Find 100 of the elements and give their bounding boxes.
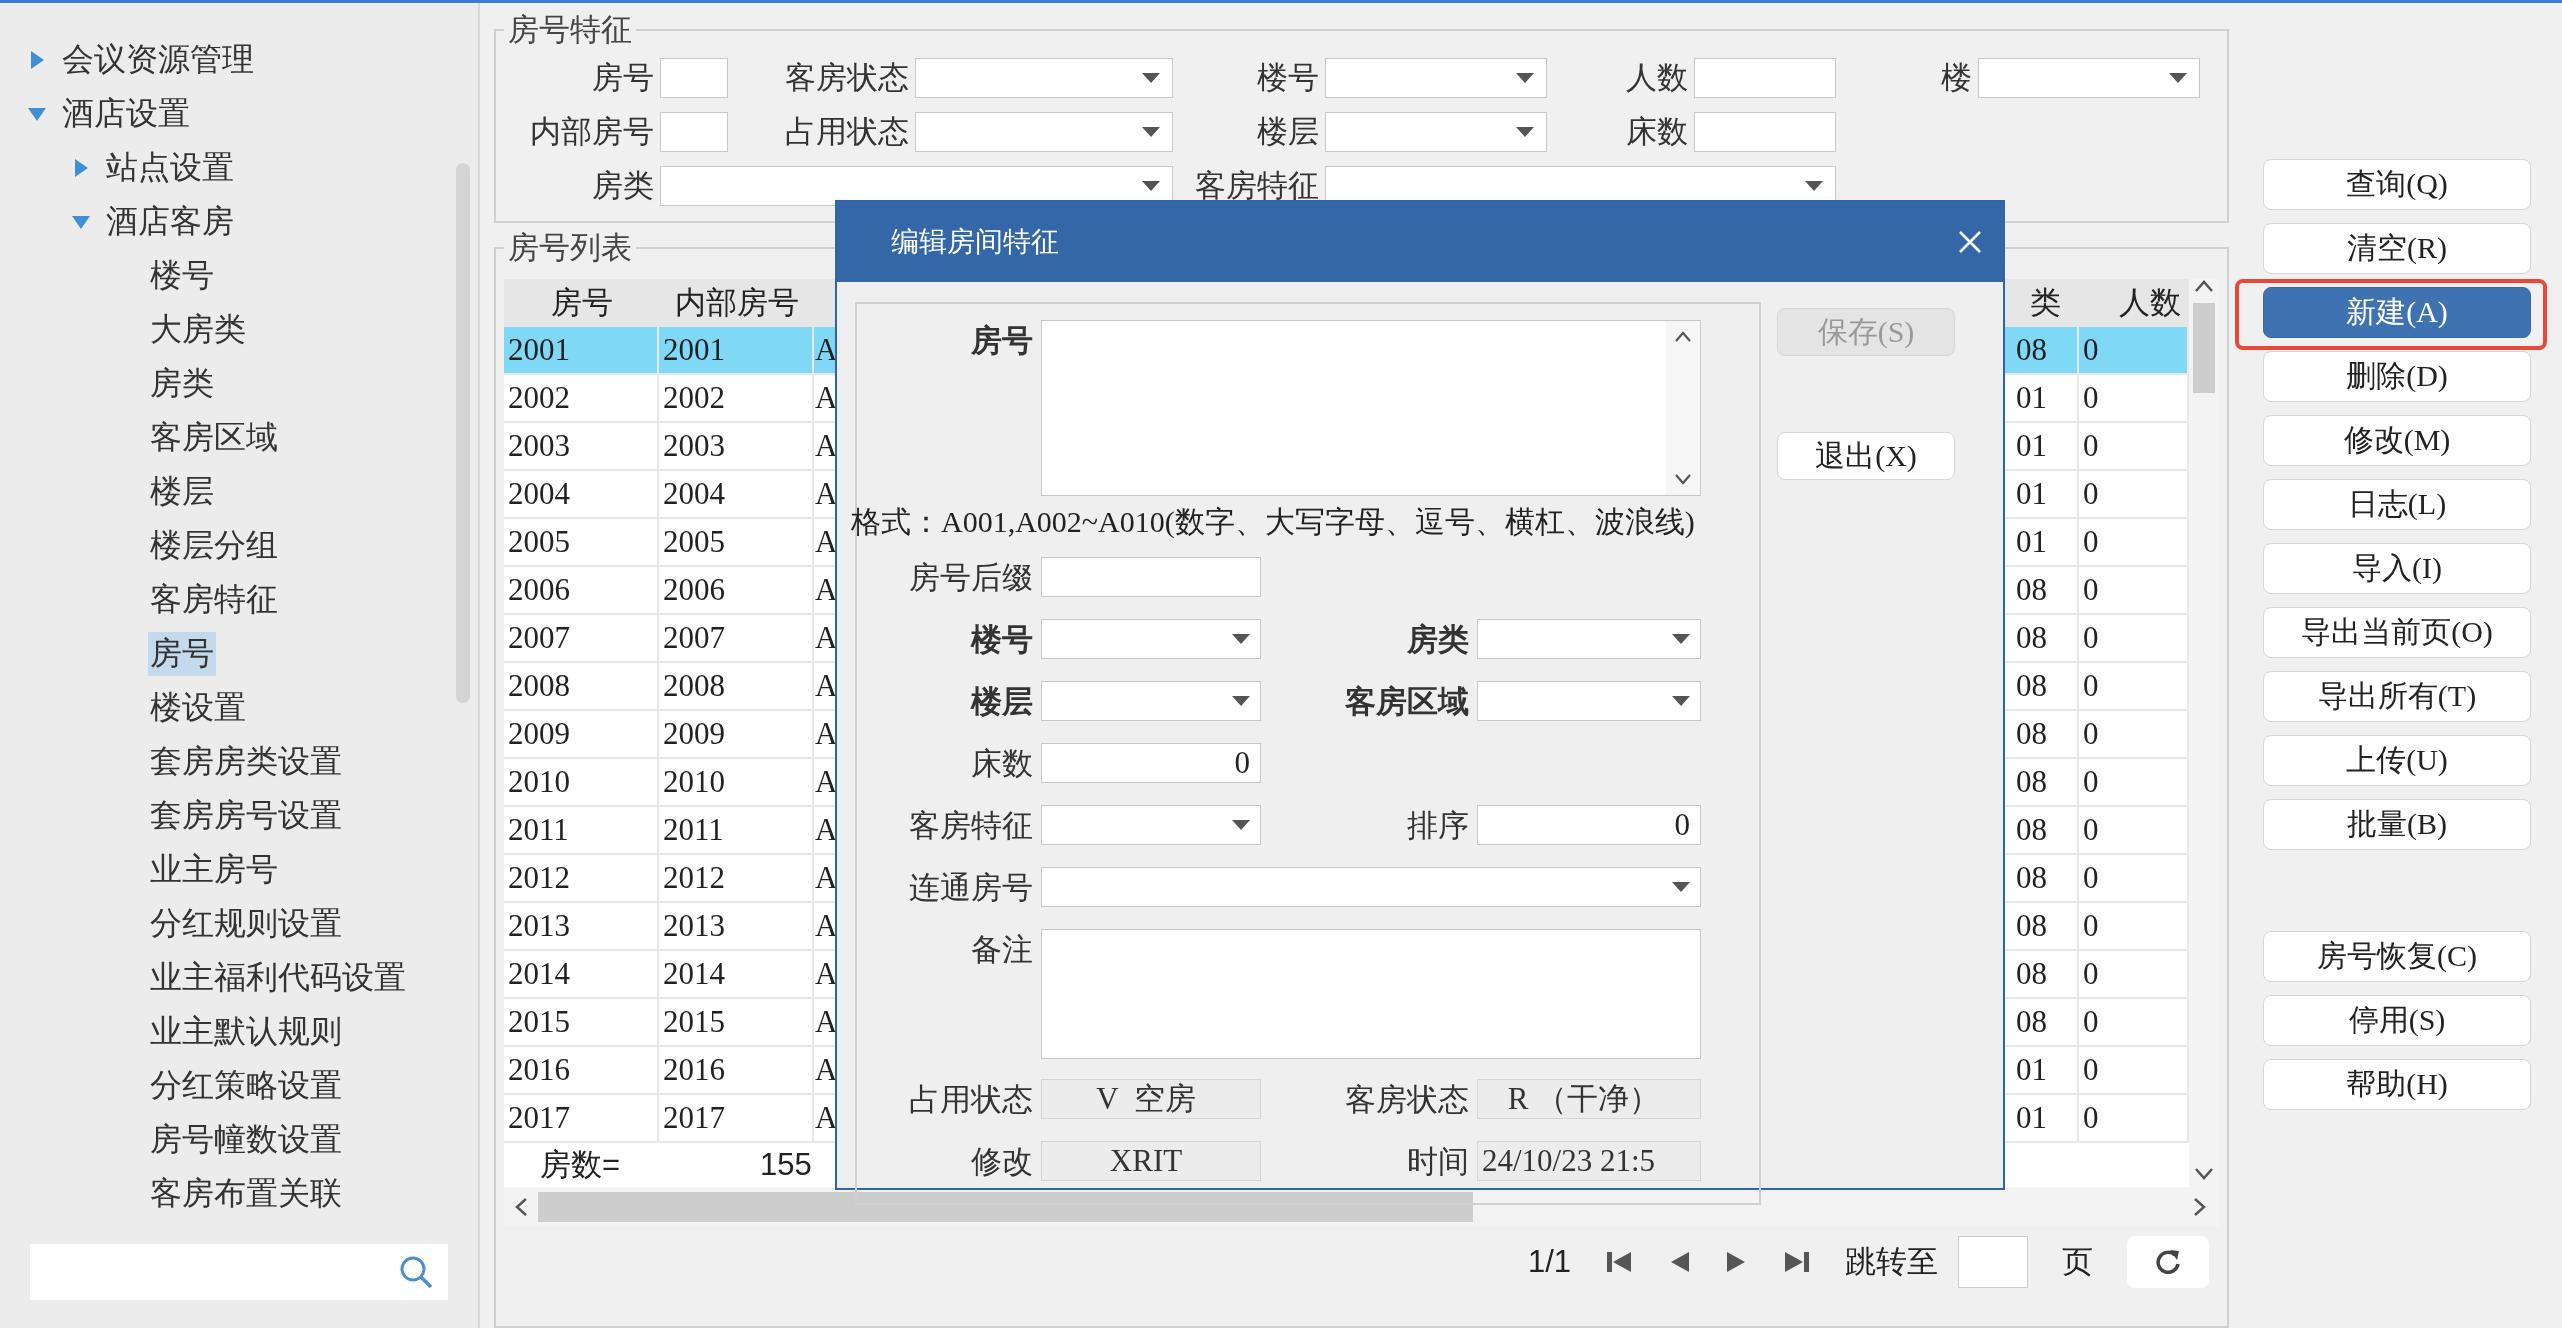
scrollbar[interactable]	[1666, 321, 1700, 495]
tree-item[interactable]: 会议资源管理	[60, 38, 256, 82]
tree-item[interactable]: 套房房类设置	[148, 740, 344, 784]
field-label: 时间	[1406, 1143, 1469, 1181]
dropdown-field[interactable]	[915, 58, 1173, 98]
table-cell: 2015	[504, 999, 659, 1047]
table-cell: 2015	[659, 999, 814, 1047]
dropdown-field[interactable]	[1477, 681, 1701, 721]
expanded-triangle-icon[interactable]	[28, 105, 46, 123]
expanded-triangle-icon[interactable]	[72, 213, 90, 231]
field-label: 人数	[1625, 59, 1688, 97]
table-cell: 2005	[504, 519, 659, 567]
readonly-field: R （干净）	[1477, 1079, 1701, 1119]
tree-item[interactable]: 业主房号	[148, 848, 280, 892]
table-cell: 2013	[504, 903, 659, 951]
input-field[interactable]	[660, 58, 728, 98]
action-button[interactable]: 导出当前页(O)	[2263, 607, 2531, 658]
field-label: 房类	[591, 167, 654, 205]
goto-label: 跳转至	[1845, 1243, 1938, 1281]
action-button[interactable]: 查询(Q)	[2263, 159, 2531, 210]
table-cell: 0	[2079, 711, 2189, 759]
table-cell: 08	[2012, 903, 2079, 951]
action-button[interactable]: 清空(R)	[2263, 223, 2531, 274]
close-icon[interactable]	[1957, 229, 1983, 255]
action-button[interactable]: 导入(I)	[2263, 543, 2531, 594]
action-button[interactable]: 删除(D)	[2263, 351, 2531, 402]
tree-item[interactable]: 酒店设置	[60, 92, 192, 136]
table-cell: 08	[2012, 807, 2079, 855]
dropdown-field[interactable]	[1041, 805, 1261, 845]
action-button[interactable]: 新建(A)	[2263, 287, 2531, 338]
tree-item[interactable]: 分红规则设置	[148, 902, 344, 946]
collapsed-triangle-icon[interactable]	[72, 159, 90, 177]
dropdown-field[interactable]	[1978, 58, 2200, 98]
group-title: 房号列表	[507, 229, 633, 267]
dropdown-field[interactable]	[1041, 681, 1261, 721]
action-button[interactable]: 日志(L)	[2263, 479, 2531, 530]
action-button[interactable]: 上传(U)	[2263, 735, 2531, 786]
tree-item[interactable]: 房号幢数设置	[148, 1118, 344, 1162]
field-label: 床数	[970, 745, 1033, 783]
tree-item[interactable]: 大房类	[148, 308, 248, 352]
input-field[interactable]: 0	[1041, 743, 1261, 783]
field-label: 楼号	[969, 621, 1033, 659]
tree-item[interactable]: 业主福利代码设置	[148, 956, 408, 1000]
dropdown-field[interactable]	[1041, 867, 1701, 907]
tree-item[interactable]: 楼号	[148, 254, 216, 298]
table-cell: 0	[2079, 471, 2189, 519]
dropdown-field[interactable]	[1477, 619, 1701, 659]
action-button[interactable]: 帮助(H)	[2263, 1059, 2531, 1110]
tree-item[interactable]: 客房布置关联	[148, 1172, 344, 1216]
text-area[interactable]	[1041, 320, 1701, 496]
tree-item[interactable]: 客房区域	[148, 416, 280, 460]
dropdown-field[interactable]	[1041, 619, 1261, 659]
field-label: 房类	[1406, 621, 1469, 659]
tree-item[interactable]: 酒店客房	[104, 200, 236, 244]
input-field[interactable]	[1694, 112, 1836, 152]
column-header[interactable]: 人数	[2079, 279, 2189, 327]
table-cell: 01	[2012, 423, 2079, 471]
table-cell: 2006	[659, 567, 814, 615]
text-area[interactable]	[1041, 929, 1701, 1059]
tree-item[interactable]: 楼设置	[148, 686, 248, 730]
tree-item[interactable]: 房号	[148, 632, 216, 676]
tree-item[interactable]: 站点设置	[104, 146, 236, 190]
field-label: 排序	[1406, 807, 1469, 845]
scrollbar-thumb[interactable]	[538, 1192, 1473, 1222]
input-field[interactable]	[660, 112, 728, 152]
dropdown-field[interactable]	[1325, 112, 1547, 152]
action-button[interactable]: 批量(B)	[2263, 799, 2531, 850]
action-button[interactable]: 停用(S)	[2263, 995, 2531, 1046]
tree-item[interactable]: 房类	[148, 362, 216, 406]
action-button[interactable]: 导出所有(T)	[2263, 671, 2531, 722]
field-label: 楼层	[969, 683, 1033, 721]
dropdown-field[interactable]	[660, 166, 1173, 206]
scroll-up-icon	[1674, 331, 1692, 343]
tree-item[interactable]: 套房房号设置	[148, 794, 344, 838]
input-field[interactable]: 0	[1477, 805, 1701, 845]
input-field[interactable]	[1041, 557, 1261, 597]
scrollbar-thumb[interactable]	[456, 163, 470, 703]
dropdown-field[interactable]	[1325, 58, 1547, 98]
page-input-field[interactable]	[1958, 1236, 2028, 1288]
scrollbar-thumb[interactable]	[2193, 303, 2215, 393]
tree-item[interactable]: 楼层	[148, 470, 216, 514]
tree-item[interactable]: 分红策略设置	[148, 1064, 344, 1108]
action-button[interactable]: 房号恢复(C)	[2263, 931, 2531, 982]
page-unit-label: 页	[2062, 1243, 2093, 1281]
search-field[interactable]	[30, 1244, 448, 1300]
column-header[interactable]: 房号	[504, 279, 659, 327]
table-cell: 2007	[659, 615, 814, 663]
column-header[interactable]: 内部房号	[659, 279, 814, 327]
refresh-button[interactable]	[2127, 1236, 2209, 1288]
dropdown-field[interactable]	[915, 112, 1173, 152]
column-header[interactable]: 类	[2012, 279, 2079, 327]
exit-button[interactable]: 退出(X)	[1777, 432, 1955, 480]
tree-item[interactable]: 楼层分组	[148, 524, 280, 568]
tree-item[interactable]: 客房特征	[148, 578, 280, 622]
tree-item[interactable]: 业主默认规则	[148, 1010, 344, 1054]
dropdown-caret-icon	[1142, 181, 1160, 191]
collapsed-triangle-icon[interactable]	[28, 51, 46, 69]
action-button[interactable]: 修改(M)	[2263, 415, 2531, 466]
table-cell: 2014	[659, 951, 814, 999]
input-field[interactable]	[1694, 58, 1836, 98]
